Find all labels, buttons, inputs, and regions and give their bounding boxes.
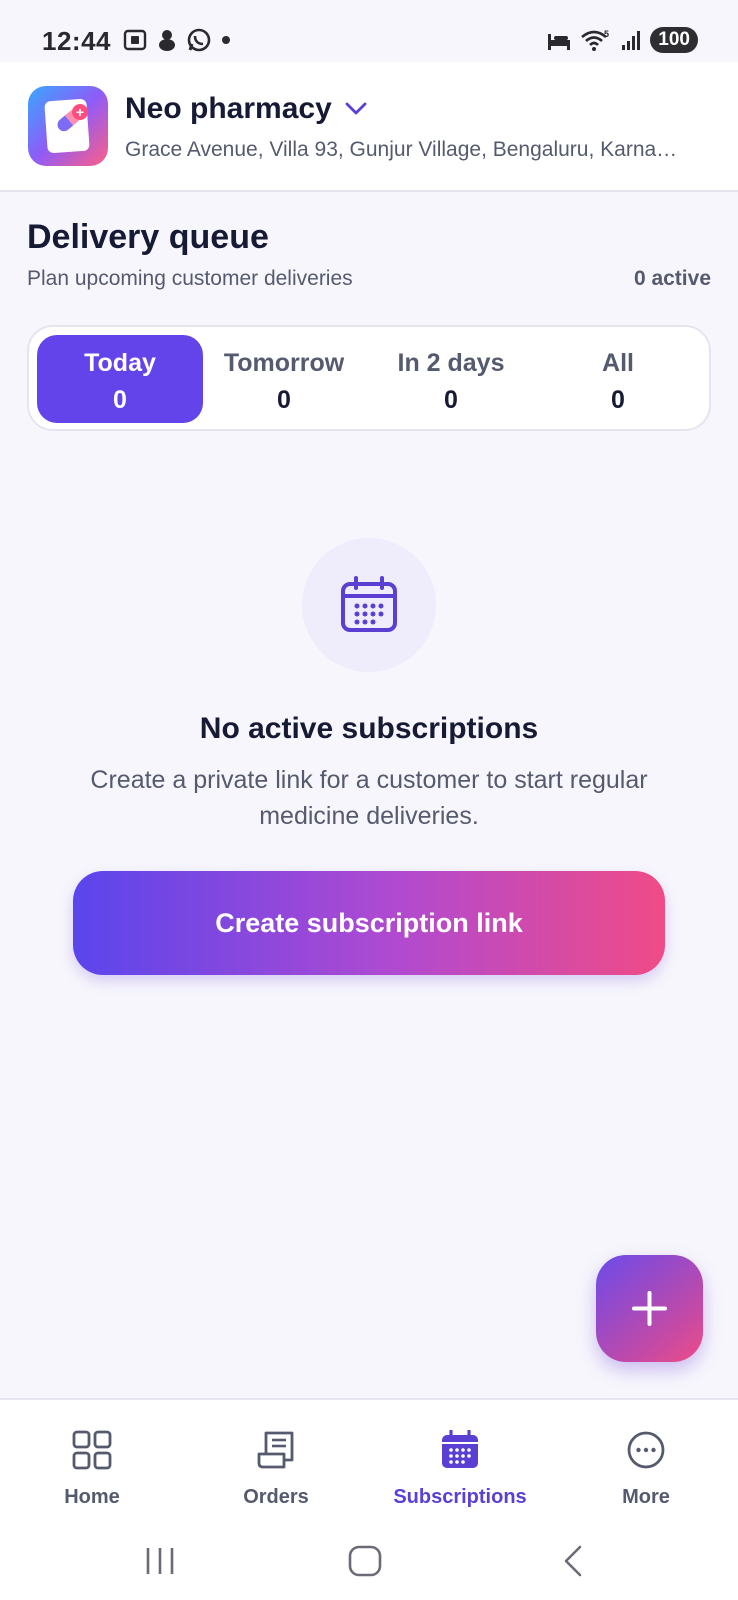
tab-label: All: [602, 349, 634, 377]
bottom-nav: Home Orders Subscriptions More: [0, 1398, 738, 1522]
tab-count: 0: [611, 386, 625, 414]
empty-state-title: No active subscriptions: [199, 712, 539, 745]
tab-count: 0: [113, 386, 127, 414]
create-subscription-link-button[interactable]: Create subscription link: [73, 871, 665, 975]
dot-icon: [222, 36, 230, 44]
store-switcher[interactable]: Neo pharmacy: [125, 92, 368, 126]
more-icon: [627, 1431, 665, 1469]
tab-today[interactable]: Today 0: [37, 335, 203, 423]
active-count: 0 active: [633, 267, 711, 290]
signal-icon: [622, 31, 641, 50]
whatsapp-icon: [187, 28, 211, 52]
tab-label: Today: [84, 349, 156, 377]
app-logo: +: [28, 86, 108, 166]
status-right-icons: 5 100: [546, 27, 698, 53]
chevron-down-icon[interactable]: [344, 101, 368, 117]
screenshot-icon: [123, 29, 147, 51]
page-title: Delivery queue: [27, 218, 269, 256]
tab-in-2-days[interactable]: In 2 days 0: [368, 335, 534, 423]
svg-text:5: 5: [604, 29, 609, 39]
tab-count: 0: [444, 386, 458, 414]
tab-count: 0: [277, 386, 291, 414]
tab-all[interactable]: All 0: [535, 335, 701, 423]
receipt-icon: [257, 1431, 294, 1469]
date-filter-tabs: Today 0 Tomorrow 0 In 2 days 0 All 0: [27, 325, 711, 431]
store-header[interactable]: + Neo pharmacy Grace Avenue, Villa 93, G…: [0, 62, 738, 192]
store-name: Neo pharmacy: [125, 92, 332, 125]
app-screen: 12:44 5 100 + Neo pharmacy Grace Avenue,…: [0, 0, 738, 1600]
nav-label: Home: [64, 1486, 120, 1508]
sleep-mode-icon: [548, 34, 571, 50]
calendar-icon: [442, 1430, 478, 1468]
status-bar: 12:44 5 100: [0, 0, 738, 62]
battery-indicator: 100: [650, 27, 698, 53]
nav-item-subscriptions[interactable]: Subscriptions: [368, 1400, 552, 1524]
tab-label: Tomorrow: [223, 349, 345, 377]
nav-label: Orders: [243, 1486, 309, 1508]
recent-apps-icon[interactable]: [143, 1544, 177, 1578]
system-nav-bar: [0, 1522, 738, 1600]
status-left-icons: [122, 27, 232, 53]
empty-state-illustration: [302, 538, 436, 672]
empty-state-description: Create a private link for a customer to …: [90, 766, 648, 830]
tab-label: In 2 days: [397, 349, 505, 377]
wifi-icon: 5: [581, 29, 609, 51]
page-subtitle: Plan upcoming customer deliveries: [27, 267, 353, 290]
tab-tomorrow[interactable]: Tomorrow 0: [201, 335, 367, 423]
add-fab-button[interactable]: [596, 1255, 703, 1362]
back-icon[interactable]: [560, 1544, 586, 1578]
home-button-icon[interactable]: [347, 1544, 383, 1578]
nav-item-more[interactable]: More: [554, 1400, 738, 1524]
nav-item-orders[interactable]: Orders: [184, 1400, 368, 1524]
nav-label: Subscriptions: [393, 1486, 527, 1508]
status-time: 12:44: [42, 26, 111, 56]
logo-plus-icon: +: [72, 104, 88, 120]
grid-icon: [72, 1430, 112, 1470]
notification-icon: [159, 30, 175, 51]
calendar-icon: [341, 576, 397, 632]
nav-label: More: [622, 1486, 670, 1508]
nav-item-home[interactable]: Home: [0, 1400, 184, 1524]
store-address: Grace Avenue, Villa 93, Gunjur Village, …: [125, 138, 678, 161]
plus-icon: [632, 1291, 667, 1326]
